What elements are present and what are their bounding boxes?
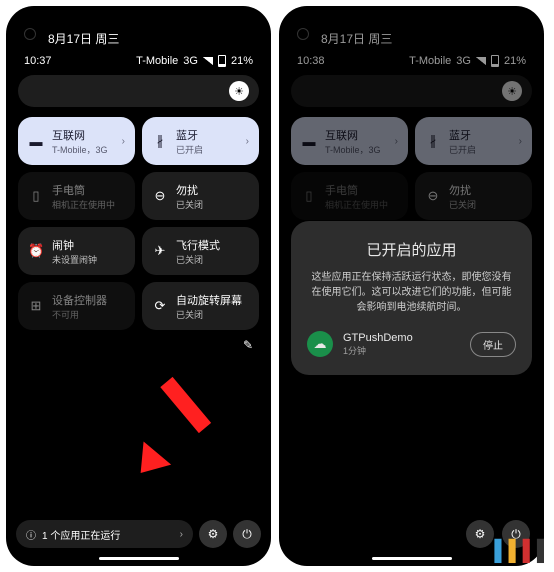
tile-subtitle: 已关闭 [176,253,249,266]
tile-title: 勿扰 [449,182,522,198]
tile-title: 设备控制器 [52,292,125,308]
qs-tile-flash: ▯ 手电筒相机正在使用中 [18,172,135,220]
clock: 10:38 [297,55,325,67]
camera-punch [24,28,36,40]
tile-subtitle: 已关闭 [176,308,249,321]
dialog-body: 这些应用正在保持活跃运行状态，即使您没有在使用它们。这可以改进它们的功能，但可能… [307,270,516,315]
bt-icon: ∦ [425,133,441,149]
running-apps-pill[interactable]: ⓘ 1 个应用正在运行 › [16,520,193,548]
tile-subtitle: 相机正在使用中 [52,198,125,211]
qs-tile-devices: ⊞ 设备控制器不可用 [18,282,135,330]
tile-title: 飞行模式 [176,237,249,253]
info-icon: ⓘ [26,527,36,542]
qs-tile-plane[interactable]: ✈ 飞行模式已关闭 [142,227,259,275]
tile-subtitle: T-Mobile，3G [325,143,387,156]
battery-icon [218,55,226,67]
tile-subtitle: 不可用 [52,308,125,321]
power-icon: ⏻ [242,527,252,542]
clock: 10:37 [24,55,52,67]
status-date: 8月17日 周三 [6,6,271,51]
brightness-thumb-icon[interactable]: ☀ [229,81,249,101]
brightness-slider[interactable]: ☀ [18,75,259,107]
dialog-title: 已开启的应用 [307,239,516,260]
qs-tile-wifi[interactable]: ▬ 互联网T-Mobile，3G › [291,117,408,165]
tile-title: 闹钟 [52,237,125,253]
chevron-right-icon: › [122,136,125,147]
signal-icon [476,57,486,65]
status-bar: 10:38 T-Mobile 3G 21% [279,51,544,75]
status-bar: 10:37 T-Mobile 3G 21% [6,51,271,75]
dnd-icon: ⊖ [152,188,168,204]
battery-pct: 21% [231,55,253,67]
qs-tile-alarm[interactable]: ⏰ 闹钟未设置闹钟 [18,227,135,275]
plane-icon: ✈ [152,243,168,259]
tile-subtitle: 相机正在使用中 [325,198,398,211]
gear-icon: ⚙ [475,527,486,541]
tile-title: 互联网 [52,127,114,143]
tile-subtitle: T-Mobile，3G [52,143,114,156]
tile-title: 自动旋转屏幕 [176,292,249,308]
battery-icon [491,55,499,67]
status-date: 8月17日 周三 [279,6,544,51]
app-row: ☁ GTPushDemo 1分钟 停止 [307,331,516,357]
carrier: T-Mobile [136,55,178,67]
network: 3G [456,55,471,67]
dnd-icon: ⊖ [425,188,441,204]
qs-tile-bt[interactable]: ∦ 蓝牙已开启 › [415,117,532,165]
qs-tile-bt[interactable]: ∦ 蓝牙已开启 › [142,117,259,165]
tile-title: 互联网 [325,127,387,143]
stop-button[interactable]: 停止 [470,332,516,357]
wifi-icon: ▬ [301,134,317,149]
watermark-logo: ▐▐▐▐ [487,540,544,563]
settings-button[interactable]: ⚙ [199,520,227,548]
tile-title: 手电筒 [52,182,125,198]
tile-subtitle: 已关闭 [176,198,249,211]
flash-icon: ▯ [301,188,317,204]
app-name: GTPushDemo [343,332,460,344]
phone-right: 8月17日 周三 10:38 T-Mobile 3G 21% ☀ ▬互联网T-M… [279,6,544,566]
tile-subtitle: 已关闭 [449,198,522,211]
active-apps-dialog: 已开启的应用 这些应用正在保持活跃运行状态，即使您没有在使用它们。这可以改进它们… [291,221,532,375]
qs-tile-flash: ▯ 手电筒相机正在使用中 [291,172,408,220]
chevron-right-icon: › [246,136,249,147]
devices-icon: ⊞ [28,298,44,314]
power-button[interactable]: ⏻ [233,520,261,548]
tile-subtitle: 未设置闹钟 [52,253,125,266]
app-icon: ☁ [307,331,333,357]
chevron-right-icon: › [395,136,398,147]
alarm-icon: ⏰ [28,243,44,259]
tile-title: 勿扰 [176,182,249,198]
qs-tile-dnd[interactable]: ⊖ 勿扰已关闭 [415,172,532,220]
tile-title: 蓝牙 [449,127,511,143]
qs-tile-wifi[interactable]: ▬ 互联网T-Mobile，3G › [18,117,135,165]
brightness-slider[interactable]: ☀ [291,75,532,107]
running-apps-label: 1 个应用正在运行 [42,527,120,542]
nav-handle[interactable] [99,557,179,560]
tile-subtitle: 已开启 [176,143,238,156]
tile-title: 蓝牙 [176,127,238,143]
wifi-icon: ▬ [28,134,44,149]
chevron-right-icon: › [180,529,183,540]
bt-icon: ∦ [152,133,168,149]
carrier: T-Mobile [409,55,451,67]
battery-pct: 21% [504,55,526,67]
gear-icon: ⚙ [208,527,219,541]
qs-tile-rotate[interactable]: ⟳ 自动旋转屏幕已关闭 [142,282,259,330]
phone-left: 8月17日 周三 10:37 T-Mobile 3G 21% ☀ ▬互联网T-M… [6,6,271,566]
app-duration: 1分钟 [343,344,460,357]
qs-tile-dnd[interactable]: ⊖ 勿扰已关闭 [142,172,259,220]
network: 3G [183,55,198,67]
brightness-thumb-icon[interactable]: ☀ [502,81,522,101]
nav-handle[interactable] [372,557,452,560]
rotate-icon: ⟳ [152,298,168,314]
flash-icon: ▯ [28,188,44,204]
signal-icon [203,57,213,65]
tile-title: 手电筒 [325,182,398,198]
tile-subtitle: 已开启 [449,143,511,156]
edit-icon[interactable]: ✎ [18,330,259,352]
chevron-right-icon: › [519,136,522,147]
